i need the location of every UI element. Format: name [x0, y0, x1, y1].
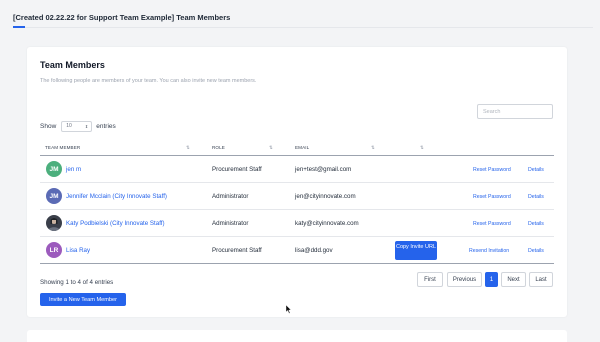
pagination-page-button[interactable]: 1 [485, 272, 498, 287]
details-link[interactable]: Details [528, 221, 544, 227]
secondary-card [27, 330, 567, 342]
pagination-next-button[interactable]: Next [501, 272, 526, 287]
column-email[interactable]: Email [295, 145, 309, 150]
avatar: JM [46, 161, 62, 177]
top-bar: [Created 02.22.22 for Support Team Examp… [0, 0, 600, 30]
copy-invite-url-button[interactable]: Copy Invite URL [395, 241, 437, 260]
pagination-previous-button[interactable]: Previous [447, 272, 482, 287]
column-team-member[interactable]: Team Member [45, 145, 80, 150]
member-role: Procurement Staff [212, 247, 262, 254]
member-email: katy@cityinnovate.com [295, 220, 359, 227]
card-subtitle: The following people are members of your… [40, 78, 257, 84]
sort-icon[interactable]: ⇅ [371, 145, 375, 151]
avatar-photo [46, 215, 62, 231]
chevron-updown-icon: ⇕ [84, 123, 89, 129]
member-role: Procurement Staff [212, 166, 262, 173]
member-email: lisa@ddd.gov [295, 247, 333, 254]
sort-icon[interactable]: ⇅ [269, 145, 273, 151]
active-tab-indicator [13, 26, 25, 28]
pagination-last-button[interactable]: Last [529, 272, 553, 287]
mouse-cursor-icon [286, 305, 292, 314]
details-link[interactable]: Details [528, 194, 544, 200]
team-members-card: Team Members The following people are me… [27, 47, 567, 317]
table-row: LR Lisa Ray Procurement Staff lisa@ddd.g… [40, 237, 554, 264]
column-role[interactable]: Role [212, 145, 225, 150]
person-icon [48, 218, 60, 231]
table-row: JM jen m Procurement Staff jen+test@gmai… [40, 156, 554, 183]
page-title: [Created 02.22.22 for Support Team Examp… [13, 13, 231, 22]
entries-value: 10 [66, 123, 72, 129]
reset-password-link[interactable]: Reset Password [473, 194, 511, 200]
avatar: LR [46, 242, 62, 258]
member-name-link[interactable]: Jennifer Mcclain (City Innovate Staff) [66, 193, 167, 200]
member-email: jen+test@gmail.com [295, 166, 352, 173]
member-role: Administrator [212, 193, 249, 200]
member-name-link[interactable]: jen m [66, 166, 81, 173]
table-info: Showing 1 to 4 of 4 entries [40, 279, 114, 286]
entries-select[interactable]: 10 ⇕ [61, 120, 93, 132]
table-header: Team Member ⇅ Role ⇅ Email ⇅ ⇅ [40, 140, 554, 156]
pagination-first-button[interactable]: First [417, 272, 443, 287]
invite-team-member-button[interactable]: Invite a New Team Member [40, 293, 126, 306]
card-title: Team Members [40, 60, 105, 70]
divider [13, 27, 593, 28]
resend-invitation-link[interactable]: Resend Invitation [469, 248, 509, 254]
sort-icon[interactable]: ⇅ [186, 145, 190, 151]
entries-label: entries [96, 122, 116, 130]
member-name-link[interactable]: Lisa Ray [66, 247, 90, 254]
table-row: JM Jennifer Mcclain (City Innovate Staff… [40, 183, 554, 210]
member-email: jen@cityinnovate.com [295, 193, 356, 200]
member-name-link[interactable]: Katy Podbielski (City Innovate Staff) [66, 220, 165, 227]
entries-length-control: Show 10 ⇕ entries [40, 120, 116, 132]
reset-password-link[interactable]: Reset Password [473, 167, 511, 173]
reset-password-link[interactable]: Reset Password [473, 221, 511, 227]
search-input[interactable] [477, 104, 553, 119]
details-link[interactable]: Details [528, 248, 544, 254]
sort-icon[interactable]: ⇅ [420, 145, 424, 151]
member-role: Administrator [212, 220, 249, 227]
table-row: Katy Podbielski (City Innovate Staff) Ad… [40, 210, 554, 237]
avatar: JM [46, 188, 62, 204]
show-label: Show [40, 122, 57, 130]
details-link[interactable]: Details [528, 167, 544, 173]
